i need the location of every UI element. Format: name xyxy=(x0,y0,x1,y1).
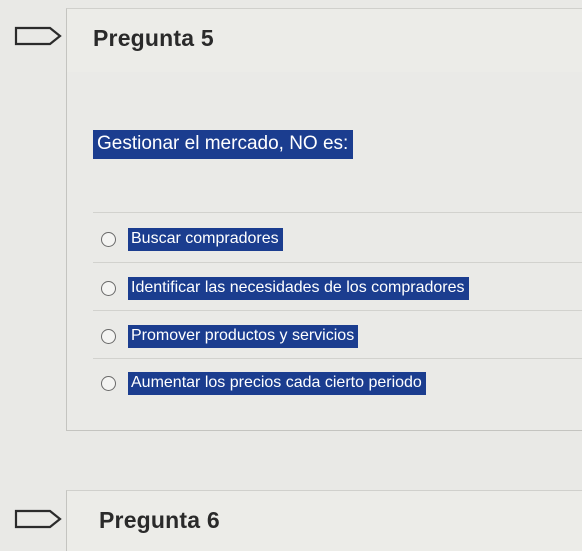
radio-button[interactable] xyxy=(101,328,116,344)
question-5-prompt: Gestionar el mercado, NO es: xyxy=(93,130,354,159)
flag-icon[interactable] xyxy=(14,25,66,47)
question-5-body: Gestionar el mercado, NO es: Buscar comp… xyxy=(66,72,582,431)
question-5-title: Pregunta 5 xyxy=(93,25,214,51)
answer-option-3[interactable]: Promover productos y servicios xyxy=(101,324,359,348)
answer-option-2[interactable]: Identificar las necesidades de los compr… xyxy=(101,276,469,300)
answers-divider xyxy=(93,212,582,213)
radio-button[interactable] xyxy=(101,375,116,391)
flag-icon[interactable] xyxy=(14,508,66,530)
question-6-title: Pregunta 6 xyxy=(99,507,220,533)
option-divider xyxy=(93,310,582,311)
answer-option-1[interactable]: Buscar compradores xyxy=(101,227,283,251)
answer-option-label: Promover productos y servicios xyxy=(128,324,359,348)
radio-button[interactable] xyxy=(101,231,116,247)
answer-option-4[interactable]: Aumentar los precios cada cierto periodo xyxy=(101,371,426,395)
option-divider xyxy=(93,358,582,359)
question-5-header: Pregunta 5 xyxy=(66,8,582,73)
question-6-header: Pregunta 6 xyxy=(66,490,582,551)
answer-option-label: Buscar compradores xyxy=(128,227,283,251)
answer-option-label: Identificar las necesidades de los compr… xyxy=(128,276,469,300)
radio-button[interactable] xyxy=(101,280,116,296)
option-divider xyxy=(93,262,582,263)
answer-option-label: Aumentar los precios cada cierto periodo xyxy=(128,371,426,395)
